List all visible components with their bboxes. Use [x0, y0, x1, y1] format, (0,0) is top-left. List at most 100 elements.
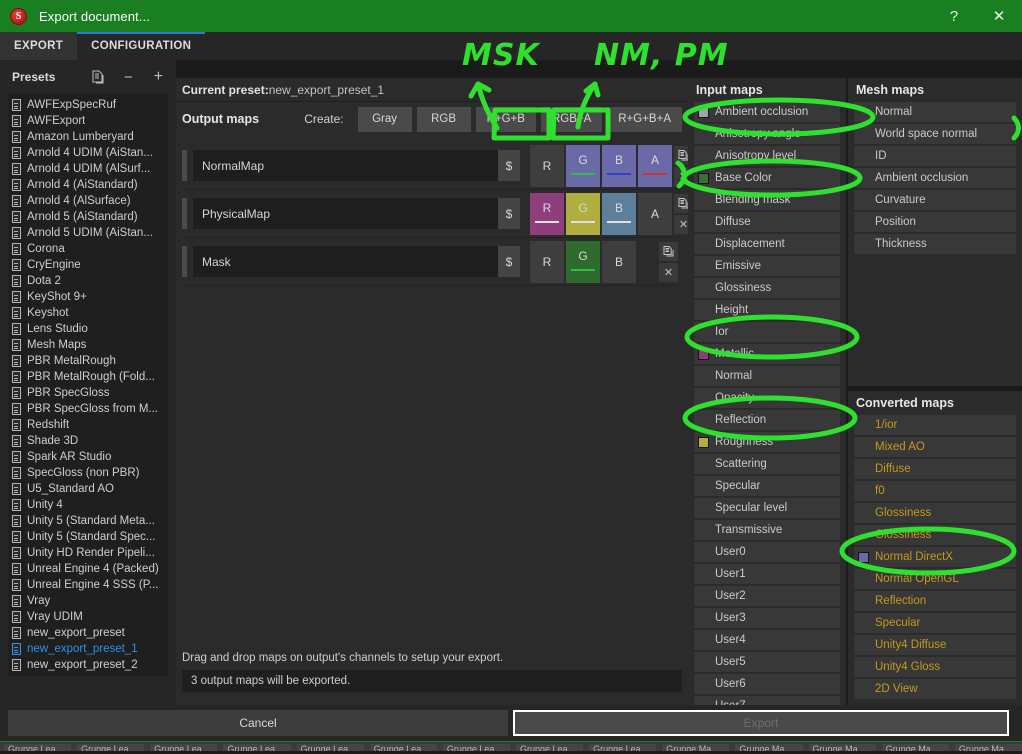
create-button-r-g-b[interactable]: R+G+B	[475, 106, 536, 132]
preset-item[interactable]: Unity 5 (Standard Spec...	[8, 529, 168, 545]
delete-row-icon[interactable]: ✕	[659, 262, 678, 282]
map-list-item[interactable]: Anisotropy angle	[694, 124, 840, 144]
map-list-item[interactable]: Ambient occlusion	[854, 168, 1016, 188]
map-list-item[interactable]: User3	[694, 608, 840, 628]
preset-item[interactable]: Arnold 5 UDIM (AiStan...	[8, 225, 168, 241]
help-button[interactable]: ?	[932, 0, 976, 32]
input-maps-list[interactable]: Ambient occlusion Anisotropy angle Anisotr…	[688, 102, 846, 716]
preset-item[interactable]: Keyshot	[8, 305, 168, 321]
map-list-item[interactable]: Anisotropy level	[694, 146, 840, 166]
map-list-item[interactable]: Normal	[694, 366, 840, 386]
map-list-item[interactable]: User6	[694, 674, 840, 694]
preset-item[interactable]: Dota 2	[8, 273, 168, 289]
preset-item[interactable]: Unity 5 (Standard Meta...	[8, 513, 168, 529]
map-list-item[interactable]: Opacity	[694, 388, 840, 408]
preset-item[interactable]: new_export_preset_2	[8, 657, 168, 673]
preset-item[interactable]: PBR SpecGloss	[8, 385, 168, 401]
map-list-item[interactable]: Glossiness	[854, 525, 1016, 545]
map-list-item[interactable]: Glossiness	[854, 503, 1016, 523]
map-list-item[interactable]: Position	[854, 212, 1016, 232]
preset-item[interactable]: CryEngine	[8, 257, 168, 273]
preset-item[interactable]: Vray UDIM	[8, 609, 168, 625]
map-name-input[interactable]: Mask	[193, 246, 498, 277]
preset-item[interactable]: PBR MetalRough (Fold...	[8, 369, 168, 385]
map-list-item[interactable]: Reflection	[854, 591, 1016, 611]
export-button[interactable]: Export	[513, 710, 1009, 736]
channel-slot-a[interactable]: A	[638, 192, 672, 235]
variable-token-button[interactable]: $	[498, 246, 520, 277]
map-list-item[interactable]: Normal	[854, 102, 1016, 122]
preset-item[interactable]: Unreal Engine 4 (Packed)	[8, 561, 168, 577]
channel-slot-a[interactable]: A	[638, 144, 672, 187]
map-list-item[interactable]: Scattering	[694, 454, 840, 474]
mesh-maps-list[interactable]: Normal World space normal ID Ambient occlus…	[848, 102, 1022, 254]
map-list-item[interactable]: Ambient occlusion	[694, 102, 840, 122]
map-list-item[interactable]: Specular level	[694, 498, 840, 518]
taskbar-item[interactable]: Grunge Ma...	[954, 744, 1022, 751]
remove-preset-button[interactable]: −	[113, 64, 143, 90]
preset-item[interactable]: U5_Standard AO	[8, 481, 168, 497]
create-button-r-g-b-a[interactable]: R+G+B+A	[607, 106, 682, 132]
preset-item[interactable]: SpecGloss (non PBR)	[8, 465, 168, 481]
preset-item[interactable]: AWFExpSpecRuf	[8, 97, 168, 113]
preset-item[interactable]: Arnold 4 UDIM (AiStan...	[8, 145, 168, 161]
preset-item[interactable]: Vray	[8, 593, 168, 609]
preset-item[interactable]: Arnold 4 UDIM (AlSurf...	[8, 161, 168, 177]
variable-token-button[interactable]: $	[498, 198, 520, 229]
duplicate-document-icon[interactable]	[83, 64, 113, 90]
tab-export[interactable]: EXPORT	[0, 32, 78, 60]
preset-item[interactable]: Redshift	[8, 417, 168, 433]
map-list-item[interactable]: Unity4 Diffuse	[854, 635, 1016, 655]
map-list-item[interactable]: 1/ior	[854, 415, 1016, 435]
taskbar-item[interactable]: Grunge Lea...	[296, 744, 364, 751]
map-list-item[interactable]: Normal OpenGL	[854, 569, 1016, 589]
preset-item[interactable]: AWFExport	[8, 113, 168, 129]
add-preset-button[interactable]: +	[143, 64, 173, 90]
preset-item[interactable]: Spark AR Studio	[8, 449, 168, 465]
preset-item[interactable]: new_export_preset_1	[8, 641, 168, 657]
map-list-item[interactable]: Transmissive	[694, 520, 840, 540]
map-list-item[interactable]: World space normal	[854, 124, 1016, 144]
cancel-button[interactable]: Cancel	[8, 710, 508, 736]
preset-item[interactable]: Arnold 5 (AiStandard)	[8, 209, 168, 225]
map-list-item[interactable]: ID	[854, 146, 1016, 166]
close-button[interactable]: ✕	[976, 0, 1022, 32]
row-drag-handle[interactable]	[182, 246, 187, 277]
map-list-item[interactable]: Thickness	[854, 234, 1016, 254]
channel-slot-r[interactable]: R	[530, 144, 564, 187]
converted-maps-list[interactable]: 1/ior Mixed AO Diffuse f0 Glossiness Glossine…	[848, 415, 1022, 699]
map-name-input[interactable]: NormalMap	[193, 150, 498, 181]
map-list-item[interactable]: Unity4 Gloss	[854, 657, 1016, 677]
map-list-item[interactable]: Normal DirectX	[854, 547, 1016, 567]
map-list-item[interactable]: Metallic	[694, 344, 840, 364]
preset-item[interactable]: Shade 3D	[8, 433, 168, 449]
preset-item[interactable]: Lens Studio	[8, 321, 168, 337]
presets-list[interactable]: AWFExpSpecRuf AWFExport Amazon Lumberyard A…	[8, 94, 168, 676]
channel-slot-b[interactable]: B	[602, 144, 636, 187]
duplicate-row-icon[interactable]	[659, 241, 678, 261]
map-list-item[interactable]: Height	[694, 300, 840, 320]
row-drag-handle[interactable]	[182, 150, 187, 181]
map-list-item[interactable]: f0	[854, 481, 1016, 501]
map-list-item[interactable]: User5	[694, 652, 840, 672]
map-list-item[interactable]: User0	[694, 542, 840, 562]
channel-slot-r[interactable]: R	[530, 192, 564, 235]
map-list-item[interactable]: Mixed AO	[854, 437, 1016, 457]
map-list-item[interactable]: Blending mask	[694, 190, 840, 210]
taskbar-item[interactable]: Grunge Ma...	[735, 744, 803, 751]
channel-slot-b[interactable]: B	[602, 192, 636, 235]
map-list-item[interactable]: Reflection	[694, 410, 840, 430]
channel-slot-g[interactable]: G	[566, 240, 600, 283]
tab-configuration[interactable]: CONFIGURATION	[77, 32, 206, 60]
map-list-item[interactable]: Emissive	[694, 256, 840, 276]
taskbar-item[interactable]: Grunge Ma...	[881, 744, 949, 751]
map-list-item[interactable]: Specular	[854, 613, 1016, 633]
preset-item[interactable]: new_export_preset	[8, 625, 168, 641]
channel-slot-b[interactable]: B	[602, 240, 636, 283]
taskbar-item[interactable]: Grunge Lea...	[223, 744, 291, 751]
preset-item[interactable]: Arnold 4 (AiStandard)	[8, 177, 168, 193]
preset-item[interactable]: Arnold 4 (AlSurface)	[8, 193, 168, 209]
taskbar-item[interactable]: Grunge Lea...	[150, 744, 218, 751]
create-button-rgb-a[interactable]: RGB+A	[540, 106, 603, 132]
create-button-gray[interactable]: Gray	[357, 106, 412, 132]
